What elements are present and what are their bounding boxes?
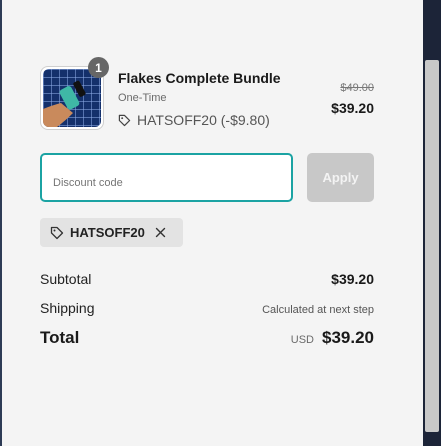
subtotal-value: $39.20: [331, 271, 374, 287]
scrollbar-track[interactable]: [423, 0, 441, 446]
discounted-price: $39.20: [331, 100, 374, 116]
quantity-badge: 1: [88, 57, 109, 78]
subtotal-label: Subtotal: [40, 271, 92, 287]
panel-left-border: [0, 0, 2, 446]
applied-discount-line: HATSOFF20 (-$9.80): [118, 112, 270, 128]
discount-code-input[interactable]: [40, 153, 293, 202]
purchase-type-label: One-Time: [118, 92, 167, 104]
total-value: $39.20: [322, 328, 374, 347]
shipping-value: Calculated at next step: [262, 304, 374, 316]
apply-discount-button[interactable]: Apply: [307, 153, 374, 202]
scrollbar-thumb[interactable]: [425, 60, 439, 432]
cart-line-item: 1 Flakes Complete Bundle One-Time HATSOF…: [40, 57, 374, 132]
tag-icon: [118, 114, 131, 126]
applied-code-label: HATSOFF20: [70, 225, 145, 240]
product-image: [43, 69, 101, 127]
subtotal-row: Subtotal $39.20: [40, 271, 374, 287]
total-row: Total USD $39.20: [40, 328, 374, 348]
original-price: $49.00: [340, 82, 374, 94]
tag-icon: [50, 226, 64, 240]
hand-holding-bottle-icon: [43, 80, 86, 127]
remove-discount-icon[interactable]: [155, 227, 166, 238]
currency-code: USD: [290, 334, 314, 346]
discount-line-text: HATSOFF20 (-$9.80): [137, 112, 270, 128]
applied-discount-chip: HATSOFF20: [40, 218, 183, 247]
shipping-row: Shipping Calculated at next step: [40, 300, 374, 316]
product-title: Flakes Complete Bundle: [118, 70, 281, 86]
shipping-label: Shipping: [40, 300, 95, 316]
total-label: Total: [40, 328, 80, 347]
